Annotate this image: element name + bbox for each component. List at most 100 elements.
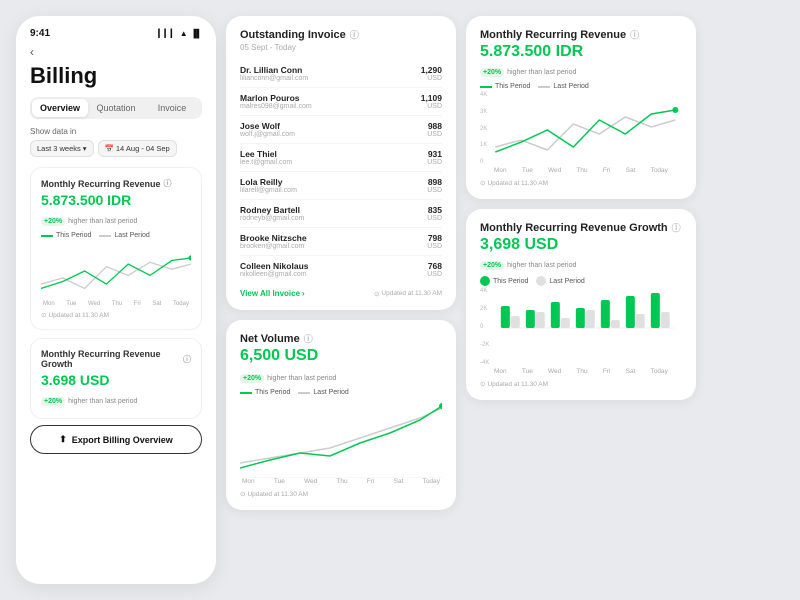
filter-row: Last 3 weeks ▾ 📅 14 Aug - 04 Sep bbox=[30, 140, 202, 157]
view-all-button[interactable]: View All Invoice › bbox=[240, 289, 305, 298]
tab-bar: Overview Quotation Invoice bbox=[30, 97, 202, 119]
battery-icon: ▐▌ bbox=[191, 29, 202, 38]
tab-overview[interactable]: Overview bbox=[32, 99, 88, 117]
mrr-legend-last: Last Period bbox=[538, 83, 588, 90]
invoice-row: Rodney Bartellrodneyb@gmail.com 835USD bbox=[240, 200, 442, 228]
mrr-growth-right-title: Monthly Recurring Revenue Growth ⓘ bbox=[480, 221, 682, 234]
phone-mrr-updated: ⊙ Updated at 11.30 AM bbox=[41, 311, 191, 319]
gray-line-icon bbox=[99, 235, 111, 237]
mrr-growth-chart-wrap: 4K 2K 0 -2K -4K bbox=[480, 288, 682, 368]
export-button[interactable]: ⬆ Export Billing Overview bbox=[30, 425, 202, 454]
nv-legend-last: Last Period bbox=[298, 389, 348, 396]
nv-legend-this: This Period bbox=[240, 389, 290, 396]
nv-legend-row: This Period Last Period bbox=[240, 389, 442, 396]
outstanding-card: Outstanding Invoice ⓘ 05 Sept - Today Dr… bbox=[226, 16, 456, 310]
nv-green-icon bbox=[240, 392, 252, 394]
clock-icon2: ⊙ bbox=[374, 290, 379, 298]
nv-badge-pct: +20% bbox=[240, 374, 264, 383]
filter1-label: Last 3 weeks bbox=[37, 144, 81, 153]
mrr-green-icon bbox=[480, 86, 492, 88]
nv-gray-icon bbox=[298, 392, 310, 394]
mrr-growth-info-icon: ⓘ bbox=[672, 221, 681, 234]
invoice-row: Colleen Nikolausnikolleen@gmail.com 768U… bbox=[240, 256, 442, 283]
mrr-growth-right-card: Monthly Recurring Revenue Growth ⓘ 3,698… bbox=[466, 209, 696, 400]
mrr-gray-icon bbox=[538, 86, 550, 88]
badge-text: higher than last period bbox=[68, 218, 137, 225]
net-volume-amount: 6,500 USD bbox=[240, 347, 442, 365]
tab-quotation[interactable]: Quotation bbox=[88, 99, 144, 117]
right-panel: Monthly Recurring Revenue ⓘ 5.873.500 ID… bbox=[466, 16, 696, 584]
middle-panel: Outstanding Invoice ⓘ 05 Sept - Today Dr… bbox=[226, 16, 456, 584]
invoice-row: Marlon Pourosmalres098@gmail.com 1,109US… bbox=[240, 88, 442, 116]
mrr-growth-badge: +20% higher than last period bbox=[480, 261, 576, 270]
mrr-growth-y-axis: 4K 2K 0 -2K -4K bbox=[480, 288, 489, 368]
mrr-growth-legend: This Period Last Period bbox=[480, 276, 682, 286]
outstanding-info-icon: ⓘ bbox=[350, 28, 359, 41]
legend-this-period: This Period bbox=[41, 232, 91, 239]
status-time: 9:41 bbox=[30, 28, 50, 39]
mrr-legend-row: This Period Last Period bbox=[480, 83, 682, 90]
outstanding-title: Outstanding Invoice ⓘ bbox=[240, 28, 442, 41]
mrr-growth-x-axis: Mon Tue Wed Thu Fri Sat Today bbox=[480, 368, 682, 375]
clock-icon4: ⊙ bbox=[480, 179, 485, 187]
mrr-y-axis: 4K 3K 2K 1K 0 bbox=[480, 92, 487, 167]
phone-mrr-growth-title: Monthly Recurring Revenue Growth ⓘ bbox=[41, 349, 191, 369]
nv-updated: ⊙ Updated at 11.30 AM bbox=[240, 490, 442, 498]
dashboard: 9:41 ▎▎▎ ▲ ▐▌ ‹ Billing Overview Quotati… bbox=[0, 0, 800, 600]
phone-panel: 9:41 ▎▎▎ ▲ ▐▌ ‹ Billing Overview Quotati… bbox=[16, 16, 216, 584]
mrr-right-amount: 5.873.500 IDR bbox=[480, 43, 682, 61]
mrr-growth-legend-last: Last Period bbox=[536, 276, 584, 286]
mrr-right-chart-wrap: 4K 3K 2K 1K 0 bbox=[480, 92, 682, 167]
mrr-growth-gray-dot bbox=[536, 276, 546, 286]
outstanding-date: 05 Sept - Today bbox=[240, 43, 442, 52]
mrr-right-badge: +20% higher than last period bbox=[480, 68, 576, 77]
back-button[interactable]: ‹ bbox=[30, 45, 202, 59]
clock-icon3: ⊙ bbox=[240, 490, 245, 498]
nv-x-axis: Mon Tue Wed Thu Fri Sat Today bbox=[240, 478, 442, 485]
phone-mrr-amount: 5.873.500 IDR bbox=[41, 192, 191, 208]
mrr-growth-amount: 3,698 USD bbox=[480, 236, 682, 254]
invoice-row: Dr. Lillian Connlilianconn@gmail.com 1,2… bbox=[240, 60, 442, 88]
signal-icon: ▎▎▎ bbox=[158, 29, 176, 38]
phone-mrr-chart bbox=[41, 241, 191, 301]
view-all-row: View All Invoice › ⊙ Updated at 11.30 AM bbox=[240, 289, 442, 298]
invoice-row: Lee Thiellee.t@gmail.com 931USD bbox=[240, 144, 442, 172]
clock-icon: ⊙ bbox=[41, 311, 46, 319]
mrr-x-axis: Mon Tue Wed Thu Fri Sat Today bbox=[480, 167, 682, 174]
tab-invoice[interactable]: Invoice bbox=[144, 99, 200, 117]
calendar-icon: 📅 bbox=[105, 144, 114, 153]
mrr-right-card: Monthly Recurring Revenue ⓘ 5.873.500 ID… bbox=[466, 16, 696, 199]
mrr-right-updated: ⊙ Updated at 11.30 AM bbox=[480, 179, 682, 187]
phone-mrr-growth-badge: +20% higher than last period bbox=[41, 397, 137, 406]
phone-title: Billing bbox=[30, 63, 202, 89]
clock-icon5: ⊙ bbox=[480, 380, 485, 388]
info-icon2: ⓘ bbox=[183, 354, 191, 365]
mrr-legend-this: This Period bbox=[480, 83, 530, 90]
phone-mrr-badge: +20% higher than last period bbox=[41, 217, 137, 226]
phone-mrr-growth-amount: 3.698 USD bbox=[41, 372, 191, 388]
invoice-row: Jose Wolfwolf.j@gmail.com 988USD bbox=[240, 116, 442, 144]
show-data-label: Show data in bbox=[30, 127, 202, 136]
arrow-icon: › bbox=[302, 289, 305, 298]
phone-mrr-title: Monthly Recurring Revenue ⓘ bbox=[41, 178, 191, 189]
net-volume-title: Net Volume ⓘ bbox=[240, 332, 442, 345]
info-icon: ⓘ bbox=[164, 178, 172, 189]
period-filter[interactable]: Last 3 weeks ▾ bbox=[30, 140, 94, 157]
nv-badge-text: higher than last period bbox=[267, 375, 336, 382]
status-bar: 9:41 ▎▎▎ ▲ ▐▌ bbox=[30, 28, 202, 39]
net-volume-chart bbox=[240, 398, 442, 478]
mrr-badge-pct: +20% bbox=[480, 68, 504, 77]
badge-pct2: +20% bbox=[41, 397, 65, 406]
filter2-label: 14 Aug - 04 Sep bbox=[116, 144, 170, 153]
legend-row: This Period Last Period bbox=[41, 232, 191, 239]
date-filter[interactable]: 📅 14 Aug - 04 Sep bbox=[98, 140, 177, 157]
status-icons: ▎▎▎ ▲ ▐▌ bbox=[158, 29, 202, 38]
invoice-row: Lola Reillylilarell@gmail.com 898USD bbox=[240, 172, 442, 200]
phone-mrr-card: Monthly Recurring Revenue ⓘ 5.873.500 ID… bbox=[30, 167, 202, 330]
green-line-icon bbox=[41, 235, 53, 237]
mrr-growth-legend-this: This Period bbox=[480, 276, 528, 286]
mrr-growth-badge-text: higher than last period bbox=[507, 262, 576, 269]
mrr-growth-badge-pct: +20% bbox=[480, 261, 504, 270]
mrr-growth-green-dot bbox=[480, 276, 490, 286]
badge-text2: higher than last period bbox=[68, 398, 137, 405]
